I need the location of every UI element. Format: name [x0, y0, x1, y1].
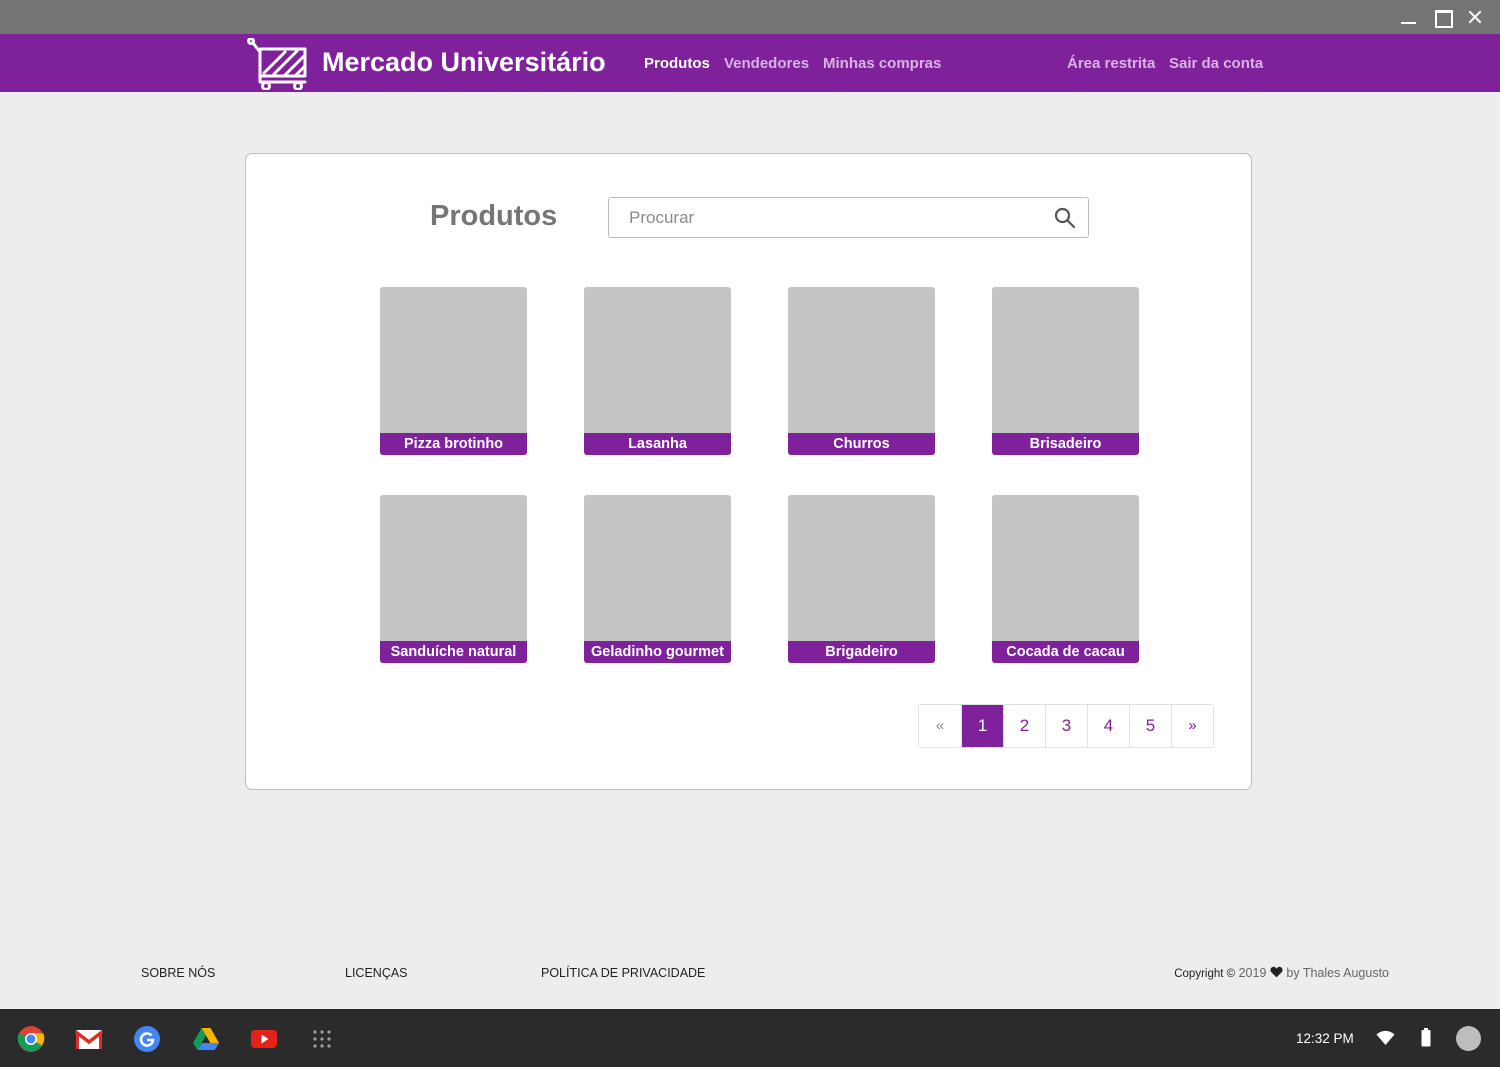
- product-card[interactable]: Lasanha: [584, 287, 731, 455]
- window-title-bar: [0, 0, 1500, 34]
- product-name: Pizza brotinho: [380, 433, 527, 455]
- product-image: [992, 287, 1139, 433]
- footer-link-licencas[interactable]: LICENÇAS: [345, 966, 408, 980]
- product-card[interactable]: Geladinho gourmet: [584, 495, 731, 663]
- os-shelf: 12:32 PM: [0, 1009, 1500, 1067]
- pagination-page-3[interactable]: 3: [1045, 705, 1087, 747]
- product-image: [380, 287, 527, 433]
- status-clock[interactable]: 12:32 PM: [1296, 1031, 1354, 1046]
- product-image: [584, 495, 731, 641]
- pagination-page-2[interactable]: 2: [1003, 705, 1045, 747]
- product-card[interactable]: Pizza brotinho: [380, 287, 527, 455]
- account-avatar[interactable]: [1456, 1026, 1481, 1051]
- copyright-notice: Copyright © 2019 by Thales Augusto: [1174, 966, 1389, 980]
- product-image: [992, 495, 1139, 641]
- app-launcher-icon[interactable]: [308, 1025, 336, 1053]
- product-name: Churros: [788, 433, 935, 455]
- minimize-icon[interactable]: [1399, 8, 1417, 26]
- product-card[interactable]: Sanduíche natural: [380, 495, 527, 663]
- copyright-author: by Thales Augusto: [1286, 966, 1389, 980]
- google-search-icon[interactable]: [133, 1025, 161, 1053]
- pagination-page-5[interactable]: 5: [1129, 705, 1171, 747]
- pagination: « 1 2 3 4 5 »: [918, 704, 1214, 748]
- search-input[interactable]: [609, 198, 1039, 237]
- pagination-prev-button[interactable]: «: [919, 705, 961, 747]
- product-image: [380, 495, 527, 641]
- copyright-label: Copyright ©: [1174, 968, 1236, 980]
- product-image: [788, 495, 935, 641]
- product-card[interactable]: Churros: [788, 287, 935, 455]
- product-name: Lasanha: [584, 433, 731, 455]
- search-box: [608, 197, 1089, 238]
- nav-produtos[interactable]: Produtos: [644, 55, 710, 72]
- product-image: [584, 287, 731, 433]
- product-card[interactable]: Brigadeiro: [788, 495, 935, 663]
- copyright-year: 2019: [1238, 966, 1267, 980]
- product-grid: Pizza brotinho Lasanha Churros Brisadeir…: [380, 287, 1140, 663]
- product-name: Sanduíche natural: [380, 641, 527, 663]
- products-card: Produtos Pizza brotinho Lasanha Churros …: [245, 153, 1252, 790]
- product-card[interactable]: Brisadeiro: [992, 287, 1139, 455]
- shopping-cart-icon[interactable]: [247, 38, 309, 90]
- nav-sair-da-conta[interactable]: Sair da conta: [1169, 55, 1263, 72]
- youtube-icon[interactable]: [250, 1025, 278, 1053]
- product-name: Geladinho gourmet: [584, 641, 731, 663]
- top-navbar: Mercado Universitário Produtos Vendedore…: [0, 34, 1500, 92]
- product-card[interactable]: Cocada de cacau: [992, 495, 1139, 663]
- product-name: Cocada de cacau: [992, 641, 1139, 663]
- close-icon[interactable]: [1466, 8, 1484, 26]
- product-name: Brigadeiro: [788, 641, 935, 663]
- pagination-page-1[interactable]: 1: [961, 705, 1003, 747]
- nav-vendedores[interactable]: Vendedores: [724, 55, 809, 72]
- search-icon[interactable]: [1054, 207, 1076, 229]
- heart-icon: [1270, 966, 1283, 978]
- page-title: Produtos: [430, 200, 558, 232]
- maximize-icon[interactable]: [1433, 8, 1453, 28]
- nav-area-restrita[interactable]: Área restrita: [1067, 55, 1155, 72]
- brand-title[interactable]: Mercado Universitário: [322, 47, 606, 78]
- nav-minhas-compras[interactable]: Minhas compras: [823, 55, 941, 72]
- wifi-icon[interactable]: [1376, 1030, 1395, 1046]
- chrome-icon[interactable]: [17, 1025, 45, 1053]
- drive-icon[interactable]: [192, 1025, 220, 1053]
- pagination-page-4[interactable]: 4: [1087, 705, 1129, 747]
- product-name: Brisadeiro: [992, 433, 1139, 455]
- pagination-next-button[interactable]: »: [1171, 705, 1213, 747]
- battery-icon[interactable]: [1421, 1028, 1431, 1047]
- gmail-icon[interactable]: [75, 1025, 103, 1053]
- footer-link-privacidade[interactable]: POLÍTICA DE PRIVACIDADE: [541, 966, 705, 980]
- footer-link-sobre-nos[interactable]: SOBRE NÓS: [141, 966, 215, 980]
- product-image: [788, 287, 935, 433]
